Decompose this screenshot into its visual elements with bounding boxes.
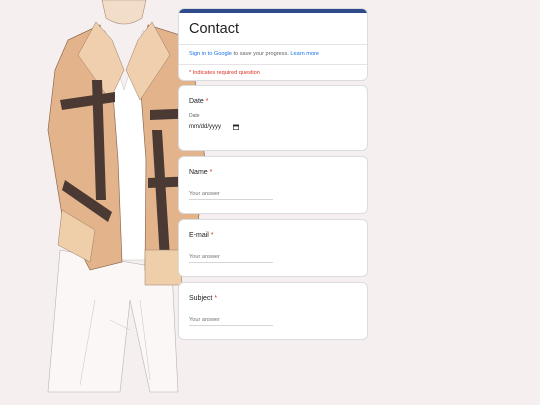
question-title: E-mail	[189, 232, 209, 239]
required-note: * Indicates required question	[189, 70, 260, 76]
question-label: Date *	[189, 97, 208, 106]
question-card-date: Date * Date mm/dd/yyyy	[178, 85, 368, 151]
date-sublabel: Date	[189, 113, 200, 119]
learn-more-link[interactable]: Learn more	[290, 51, 319, 57]
signin-text: to save your progress.	[231, 51, 291, 57]
divider	[179, 44, 367, 45]
question-label: E-mail *	[189, 231, 214, 240]
question-title: Name	[189, 169, 208, 176]
subject-input[interactable]: Your answer	[189, 317, 273, 326]
form-title: Contact	[189, 21, 239, 37]
question-card-name: Name * Your answer	[178, 156, 368, 214]
question-card-email: E-mail * Your answer	[178, 219, 368, 277]
accent-bar	[179, 9, 367, 13]
required-asterisk: *	[205, 98, 209, 105]
required-asterisk: *	[214, 295, 218, 302]
date-value: mm/dd/yyyy	[189, 124, 222, 130]
question-title: Date	[189, 98, 204, 105]
divider	[179, 64, 367, 65]
required-asterisk: *	[210, 232, 214, 239]
calendar-icon[interactable]	[233, 124, 240, 130]
form-column: Contact Sign in to Google to save your p…	[178, 8, 368, 340]
signin-notice: Sign in to Google to save your progress.…	[189, 50, 367, 58]
question-label: Name *	[189, 168, 212, 177]
form-header-card: Contact Sign in to Google to save your p…	[178, 8, 368, 81]
email-input[interactable]: Your answer	[189, 254, 273, 263]
signin-link[interactable]: Sign in to Google	[189, 51, 232, 57]
question-title: Subject	[189, 295, 213, 302]
date-input[interactable]: mm/dd/yyyy	[189, 124, 240, 130]
name-input[interactable]: Your answer	[189, 191, 273, 200]
required-asterisk: *	[209, 169, 213, 176]
question-card-subject: Subject * Your answer	[178, 282, 368, 340]
question-label: Subject *	[189, 294, 217, 303]
